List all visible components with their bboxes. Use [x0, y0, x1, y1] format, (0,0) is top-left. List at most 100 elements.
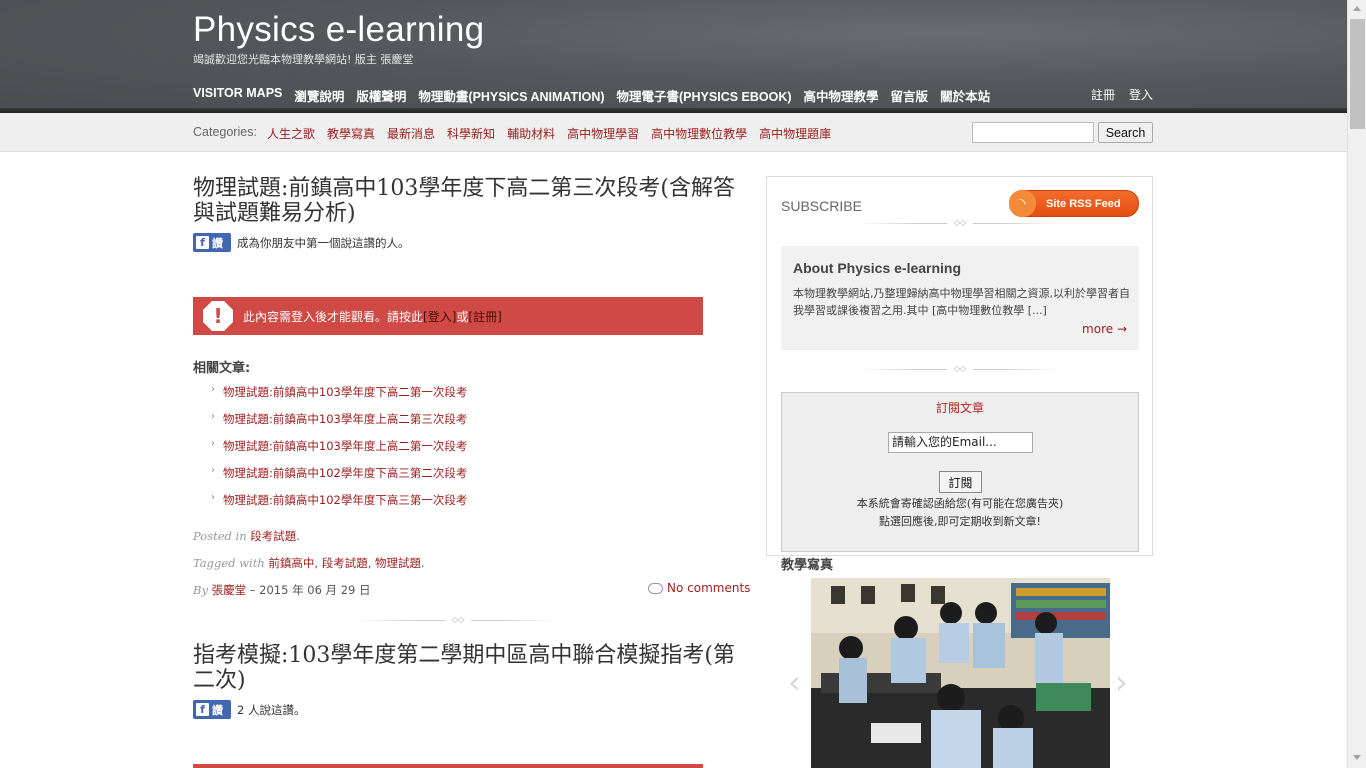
subscribe-form-title: 訂閱文章 [935, 401, 984, 415]
notice-login-link[interactable]: [登入] [423, 310, 456, 324]
alert-icon: ! [203, 301, 233, 331]
nav-item-browse-guide[interactable]: 瀏覽說明 [294, 86, 344, 105]
comments-label: No comments [667, 581, 751, 595]
category-item[interactable]: 教學寫真 [327, 125, 375, 142]
about-title: About Physics e-learning [793, 260, 962, 276]
carousel-prev-icon[interactable]: ‹ [788, 666, 802, 698]
photo-heading: 教學寫真 [781, 558, 834, 573]
about-box: About Physics e-learning 本物理教學網站,乃整理歸納高中… [781, 246, 1139, 350]
list-item[interactable]: › 物理試題:前鎮高中103學年度上高二第一次段考 [211, 438, 467, 465]
tagged-with-label: Tagged with [193, 556, 265, 570]
post-title[interactable]: 物理試題:前鎮高中103學年度下高二第三次段考(含解答與試題難易分析) [193, 176, 748, 226]
chevron-right-icon: › [211, 465, 215, 476]
list-item[interactable]: › 物理試題:前鎮高中103學年度上高二第三次段考 [211, 411, 467, 438]
classroom-photo-image [811, 578, 1110, 768]
scrollbar[interactable] [1347, 0, 1366, 768]
ornament-icon: ◇◇ [947, 365, 973, 373]
posted-in-meta: Posted in 段考試題. [193, 529, 300, 543]
site-header: Physics e-learning 竭誠歡迎您光臨本物理教學網站! 版主 張慶… [0, 0, 1347, 113]
subscribe-form: 訂閱文章 請輸入您的Email... 訂閱 本系統會寄確認函給您(有可能在您廣告… [781, 392, 1139, 552]
sidebar-divider: ◇◇ [860, 365, 1060, 373]
post-divider: ◇◇ [358, 616, 558, 624]
facebook-like-button[interactable]: f 讚 [193, 700, 231, 719]
main-nav: VISITOR MAPS 瀏覽說明 版權聲明 物理動畫(PHYSICS ANIM… [193, 86, 990, 105]
search-input[interactable] [972, 122, 1094, 143]
facebook-like-label: 讚 [212, 703, 223, 717]
related-posts-heading: 相關文章: [193, 361, 251, 376]
related-posts-list: › 物理試題:前鎮高中103學年度下高二第一次段考 › 物理試題:前鎮高中103學年… [211, 384, 467, 519]
nav-item-hs-physics[interactable]: 高中物理教學 [804, 86, 879, 105]
facebook-icon: f [196, 703, 209, 716]
chevron-right-icon: › [211, 411, 215, 422]
tag-link[interactable]: 前鎮高中 [268, 556, 314, 570]
author-meta: By 張慶堂 – 2015 年 06 月 29 日 [193, 582, 370, 598]
category-item[interactable]: 輔助材料 [507, 125, 555, 142]
facebook-like-label: 讚 [212, 236, 223, 250]
about-text: 本物理教學網站,乃整理歸納高中物理學習相關之資源,以利於學習者自我學習或課後複習… [793, 287, 1130, 317]
nav-item-about[interactable]: 關於本站 [940, 86, 990, 105]
tag-link[interactable]: 段考試題 [322, 556, 368, 570]
register-link[interactable]: 註冊 [1091, 86, 1115, 103]
facebook-like-row: f 讚 成為你朋友中第一個說這讚的人。 [193, 233, 410, 252]
about-more-link[interactable]: more → [1082, 322, 1127, 336]
nav-item-copyright[interactable]: 版權聲明 [356, 86, 406, 105]
related-post-link[interactable]: 物理試題:前鎮高中103學年度上高二第三次段考 [223, 411, 467, 438]
notice-or: 或 [456, 310, 469, 324]
login-notice-text: 此內容需登入後才能觀看。請按此[登入]或[註冊] [243, 308, 502, 325]
email-field[interactable]: 請輸入您的Email... [888, 432, 1033, 453]
login-link[interactable]: 登入 [1129, 86, 1153, 103]
carousel-next-icon[interactable]: › [1115, 666, 1129, 698]
rss-feed-button[interactable]: ◝ Site RSS Feed [1009, 190, 1139, 217]
category-item[interactable]: 高中物理學習 [567, 125, 639, 142]
post-date: – 2015 年 06 月 29 日 [246, 583, 371, 597]
list-item[interactable]: › 物理試題:前鎮高中102學年度下高三第一次段考 [211, 492, 467, 519]
scroll-thumb[interactable] [1350, 19, 1365, 129]
chevron-right-icon: › [211, 384, 215, 395]
classroom-photo[interactable] [811, 578, 1110, 768]
nav-item-physics-animation[interactable]: 物理動畫(PHYSICS ANIMATION) [418, 86, 604, 105]
category-item[interactable]: 高中物理題庫 [759, 125, 831, 142]
subscribe-note: 本系統會寄確認函給您(有可能在您廣告夾) 點選回應後,即可定期收到新文章! [782, 495, 1138, 531]
facebook-like-row: f 讚 2 人說這讚。 [193, 700, 305, 719]
tag-link[interactable]: 物理試題 [375, 556, 421, 570]
category-link[interactable]: 段考試題 [250, 529, 296, 543]
category-item[interactable]: 人生之歌 [267, 125, 315, 142]
category-item[interactable]: 科學新知 [447, 125, 495, 142]
login-required-notice: ! 此內容需登入後才能觀看。請按此[登入]或[註冊] [193, 297, 703, 335]
site-title[interactable]: Physics e-learning [193, 10, 484, 50]
category-item[interactable]: 最新消息 [387, 125, 435, 142]
login-notice-message: 此內容需登入後才能觀看。請按此 [243, 310, 424, 324]
chevron-right-icon: › [211, 438, 215, 449]
subscribe-heading: SUBSCRIBE [781, 198, 862, 214]
notice-register-link[interactable]: [註冊] [468, 310, 501, 324]
facebook-like-count: 成為你朋友中第一個說這讚的人。 [237, 235, 410, 250]
nav-item-guestbook[interactable]: 留言版 [891, 86, 929, 105]
scroll-down-icon[interactable] [1353, 755, 1361, 760]
author-link[interactable]: 張慶堂 [212, 583, 247, 597]
nav-item-visitor-maps[interactable]: VISITOR MAPS [193, 86, 282, 105]
list-item[interactable]: › 物理試題:前鎮高中102學年度下高三第二次段考 [211, 465, 467, 492]
subscribe-button[interactable]: 訂閱 [939, 471, 982, 493]
related-post-link[interactable]: 物理試題:前鎮高中102學年度下高三第一次段考 [223, 492, 467, 519]
facebook-like-button[interactable]: f 讚 [193, 233, 231, 252]
category-item[interactable]: 高中物理數位教學 [651, 125, 747, 142]
related-post-link[interactable]: 物理試題:前鎮高中102學年度下高三第二次段考 [223, 465, 467, 492]
facebook-like-count: 2 人說這讚。 [237, 702, 306, 717]
list-item[interactable]: › 物理試題:前鎮高中103學年度下高二第一次段考 [211, 384, 467, 411]
by-label: By [193, 583, 208, 597]
related-post-link[interactable]: 物理試題:前鎮高中103學年度上高二第一次段考 [223, 438, 467, 465]
rss-icon: ◝ [1009, 190, 1036, 217]
site-tagline: 竭誠歡迎您光臨本物理教學網站! 版主 張慶堂 [193, 53, 414, 66]
category-list: 人生之歌 教學寫真 最新消息 科學新知 輔助材料 高中物理學習 高中物理數位教學… [267, 125, 831, 142]
post-title[interactable]: 指考模擬:103學年度第二學期中區高中聯合模擬指考(第二次) [193, 643, 748, 693]
subscribe-note-line: 點選回應後,即可定期收到新文章! [879, 515, 1041, 528]
comments-link[interactable]: No comments [648, 581, 750, 595]
facebook-icon: f [196, 236, 209, 249]
sidebar-divider: ◇◇ [860, 219, 1060, 227]
rss-feed-label: Site RSS Feed [1046, 197, 1121, 210]
nav-item-physics-ebook[interactable]: 物理電子書(PHYSICS EBOOK) [617, 86, 792, 105]
categories-label: Categories: [193, 125, 257, 139]
scroll-up-icon[interactable] [1353, 6, 1361, 11]
related-post-link[interactable]: 物理試題:前鎮高中103學年度下高二第一次段考 [223, 384, 467, 411]
search-button[interactable]: Search [1098, 122, 1153, 143]
